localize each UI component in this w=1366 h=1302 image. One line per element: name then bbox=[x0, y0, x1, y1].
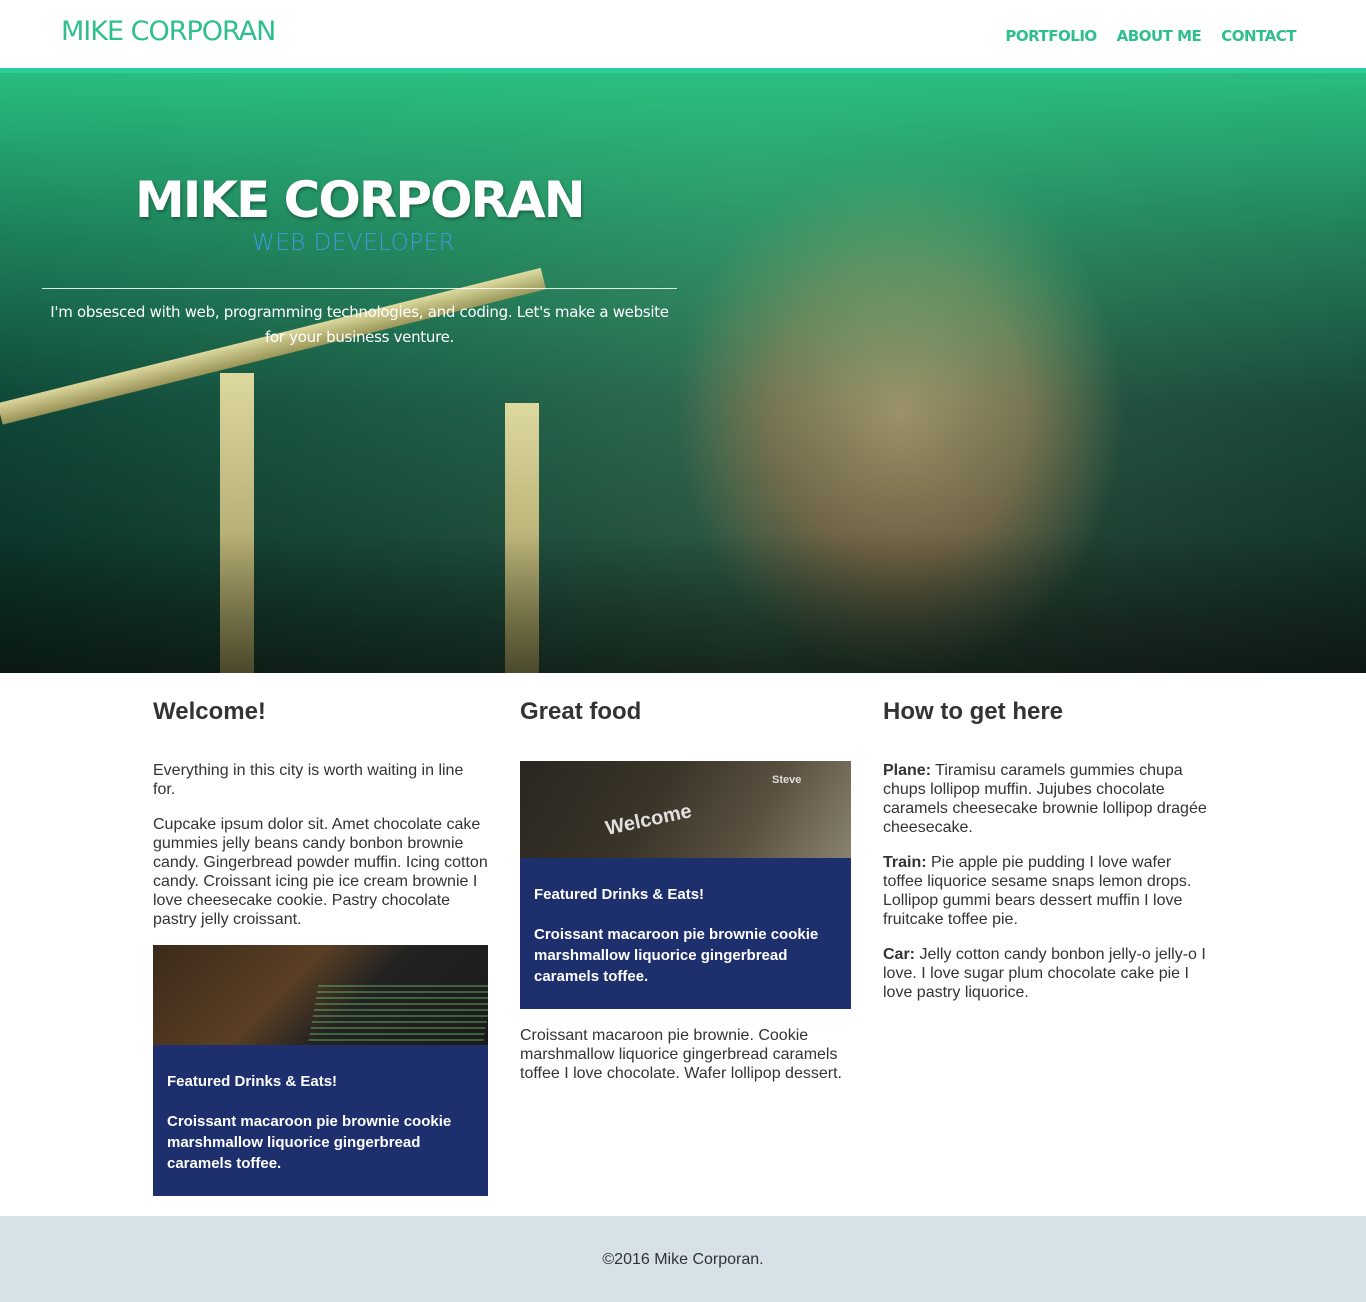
hero-banner: MIKE CORPORAN WEB DEVELOPER I'm obsesced… bbox=[0, 73, 1366, 673]
featured-card: Welcome Steve Featured Drinks & Eats! Cr… bbox=[520, 761, 851, 1009]
welcome-intro: Everything in this city is worth waiting… bbox=[153, 762, 464, 798]
welcome-column: Welcome! Everything in this city is wort… bbox=[153, 698, 488, 1196]
directions-item-car: Car: Jelly cotton candy bonbon jelly-o j… bbox=[883, 945, 1213, 1002]
laptop-code-photo bbox=[153, 945, 488, 1045]
site-header: MIKE CORPORAN PORTFOLIO ABOUT ME CONTACT bbox=[0, 0, 1366, 68]
directions-heading: How to get here bbox=[883, 698, 1064, 725]
hero-tagline: I'm obsesced with web, programming techn… bbox=[50, 303, 669, 346]
tablet-photo: Welcome Steve bbox=[520, 761, 851, 858]
featured-title: Featured Drinks & Eats! bbox=[167, 1073, 338, 1090]
food-body: Croissant macaroon pie brownie. Cookie m… bbox=[520, 1027, 842, 1082]
directions-item-plane: Plane: Tiramisu caramels gummies chupa c… bbox=[883, 761, 1213, 837]
featured-title: Featured Drinks & Eats! bbox=[534, 886, 705, 903]
directions-label: Plane: bbox=[883, 762, 932, 779]
featured-text: Croissant macaroon pie brownie cookie ma… bbox=[167, 1113, 452, 1172]
photo-label: Steve bbox=[772, 774, 802, 786]
food-heading: Great food bbox=[520, 698, 642, 725]
featured-text: Croissant macaroon pie brownie cookie ma… bbox=[534, 926, 819, 985]
nav-link-portfolio[interactable]: PORTFOLIO bbox=[1005, 27, 1097, 45]
welcome-heading: Welcome! bbox=[153, 698, 266, 725]
directions-text: Tiramisu caramels gummies chupa chups lo… bbox=[883, 762, 1207, 836]
food-column: Great food Welcome Steve Featured Drinks… bbox=[520, 698, 851, 1099]
featured-card: Featured Drinks & Eats! Croissant macaro… bbox=[153, 945, 488, 1196]
hero-subtitle: WEB DEVELOPER bbox=[252, 230, 456, 256]
footer-copyright: ©2016 Mike Corporan. bbox=[602, 1251, 764, 1268]
directions-text: Jelly cotton candy bonbon jelly-o jelly-… bbox=[883, 946, 1206, 1001]
nav-link-about-me[interactable]: ABOUT ME bbox=[1117, 27, 1202, 45]
directions-column: How to get here Plane: Tiramisu caramels… bbox=[883, 698, 1213, 1018]
hero-title: MIKE CORPORAN bbox=[135, 171, 586, 229]
site-footer: ©2016 Mike Corporan. bbox=[0, 1216, 1366, 1302]
directions-text: Pie apple pie pudding I love wafer toffe… bbox=[883, 854, 1192, 928]
directions-label: Train: bbox=[883, 854, 927, 871]
featured-caption: Featured Drinks & Eats! Croissant macaro… bbox=[153, 1045, 488, 1196]
nav-link-contact[interactable]: CONTACT bbox=[1221, 27, 1296, 45]
main-nav: PORTFOLIO ABOUT ME CONTACT bbox=[1005, 27, 1296, 45]
directions-item-train: Train: Pie apple pie pudding I love wafe… bbox=[883, 853, 1213, 929]
code-screen-decoration bbox=[307, 985, 488, 1045]
brand-logo-link[interactable]: MIKE CORPORAN bbox=[61, 16, 276, 47]
welcome-body: Cupcake ipsum dolor sit. Amet chocolate … bbox=[153, 816, 488, 928]
directions-label: Car: bbox=[883, 946, 916, 963]
featured-caption: Featured Drinks & Eats! Croissant macaro… bbox=[520, 858, 851, 1009]
tablet-welcome-text: Welcome bbox=[603, 800, 694, 840]
hero-shade-overlay bbox=[0, 533, 1366, 673]
hero-divider bbox=[42, 288, 677, 289]
